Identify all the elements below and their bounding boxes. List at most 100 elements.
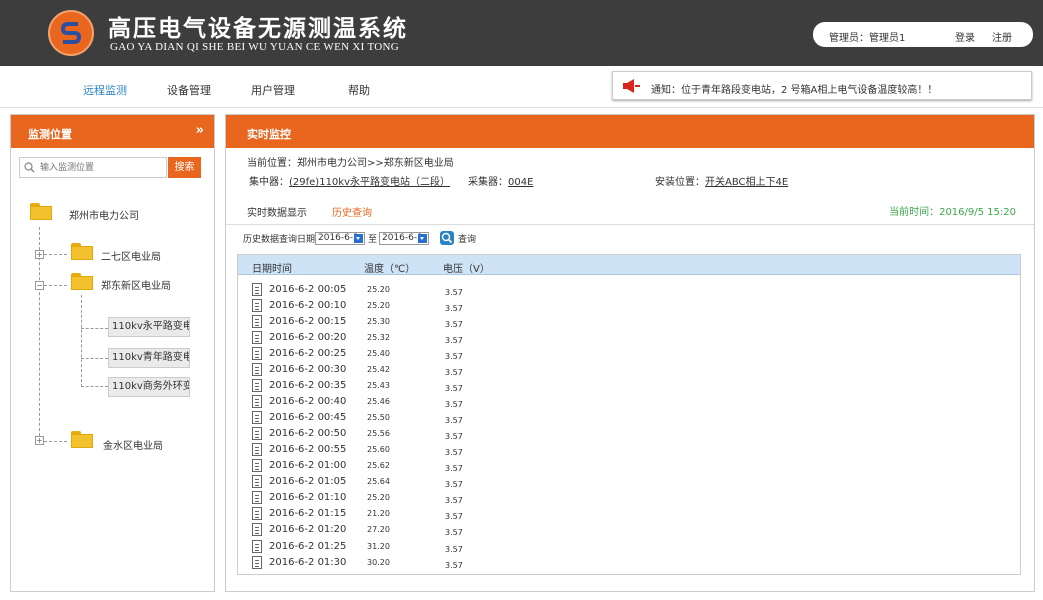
register-link[interactable]: 注册 [992, 29, 1012, 44]
collector-label: 集中器： [249, 177, 289, 188]
system-subtitle: GAO YA DIAN QI SHE BEI WU YUAN CE WEN XI… [110, 41, 399, 53]
collapse-minus-icon[interactable]: − [35, 281, 44, 290]
date-to-select[interactable]: 2016-6-3 [379, 232, 429, 245]
notice-text: 通知：位于青年路段变电站，2 号箱A相上电气设备温度较高！！ [651, 85, 938, 96]
history-query-label: 历史数据查询日期： [243, 235, 325, 245]
realtime-monitor-panel: 实时监控 当前位置：郑州市电力公司>>郑东新区电业局 集中器：(29fe)110… [225, 114, 1035, 592]
table-row[interactable]: 2016-6-2 00:10 25.20 3.57 [238, 298, 1020, 314]
row-datetime: 2016-6-2 00:30 [269, 364, 347, 375]
tree-node-root[interactable]: 郑州市电力公司 [69, 207, 139, 222]
expand-plus-icon[interactable]: + [35, 250, 44, 259]
table-header: 日期时间 温度（℃） 电压（V） [238, 255, 1020, 275]
document-icon [252, 507, 262, 520]
row-datetime: 2016-6-2 00:55 [269, 444, 347, 455]
table-row[interactable]: 2016-6-2 00:45 25.50 3.57 [238, 410, 1020, 426]
document-icon [252, 299, 262, 312]
table-row[interactable]: 2016-6-2 00:30 25.42 3.57 [238, 362, 1020, 378]
table-row[interactable]: 2016-6-2 01:30 30.20 3.57 [238, 555, 1020, 571]
login-link[interactable]: 登录 [955, 29, 975, 44]
nav-device-management[interactable]: 设备管理 [167, 82, 211, 98]
table-row[interactable]: 2016-6-2 00:55 25.60 3.57 [238, 442, 1020, 458]
row-temperature: 25.30 [367, 317, 390, 326]
tree-node-station-shangwu[interactable]: 110kv商务外环变电站 [108, 377, 190, 397]
document-icon [252, 540, 262, 553]
date-from-select[interactable]: 2016-6-2 [315, 232, 365, 245]
table-row[interactable]: 2016-6-2 00:05 25.20 3.57 [238, 282, 1020, 298]
date-to-value: 2016-6-3 [382, 233, 423, 243]
tree-node-zhengdong[interactable]: 郑东新区电业局 [101, 277, 171, 292]
collector-value[interactable]: (29fe)110kv永平路变电站（二段） [289, 177, 450, 188]
row-voltage: 3.57 [445, 432, 463, 441]
folder-icon[interactable] [71, 243, 93, 260]
tree-line [81, 386, 108, 387]
tab-history-query[interactable]: 历史查询 [332, 204, 372, 219]
row-voltage: 3.57 [445, 448, 463, 457]
row-datetime: 2016-6-2 00:10 [269, 300, 347, 311]
document-icon [252, 523, 262, 536]
table-row[interactable]: 2016-6-2 00:40 25.46 3.57 [238, 394, 1020, 410]
tree-node-station-yongping[interactable]: 110kv永平路变电站 [108, 317, 190, 337]
table-row[interactable]: 2016-6-2 00:35 25.43 3.57 [238, 378, 1020, 394]
row-voltage: 3.57 [445, 352, 463, 361]
table-row[interactable]: 2016-6-2 01:20 27.20 3.57 [238, 522, 1020, 538]
user-box: 管理员：管理员1 登录 注册 [813, 22, 1033, 47]
table-row[interactable]: 2016-6-2 00:20 25.32 3.57 [238, 330, 1020, 346]
table-row[interactable]: 2016-6-2 00:15 25.30 3.57 [238, 314, 1020, 330]
table-row[interactable]: 2016-6-2 01:25 31.20 3.57 [238, 539, 1020, 555]
folder-icon[interactable] [30, 203, 52, 220]
query-search-icon[interactable] [440, 231, 454, 245]
folder-icon[interactable] [71, 273, 93, 290]
row-datetime: 2016-6-2 01:30 [269, 557, 347, 568]
table-row[interactable]: 2016-6-2 01:05 25.64 3.57 [238, 474, 1020, 490]
tree-node-erqi[interactable]: 二七区电业局 [101, 248, 161, 263]
document-icon [252, 443, 262, 456]
table-row[interactable]: 2016-6-2 00:50 25.56 3.57 [238, 426, 1020, 442]
table-row[interactable]: 2016-6-2 01:00 25.62 3.57 [238, 458, 1020, 474]
chevron-down-icon [354, 234, 363, 243]
row-datetime: 2016-6-2 01:10 [269, 492, 347, 503]
row-temperature: 31.20 [367, 542, 390, 551]
panel-title: 监测位置 [28, 128, 72, 141]
nav-remote-monitor[interactable]: 远程监测 [83, 82, 127, 98]
row-voltage: 3.57 [445, 336, 463, 345]
folder-icon[interactable] [71, 431, 93, 448]
document-icon [252, 459, 262, 472]
search-button[interactable]: 搜索 [168, 157, 201, 178]
date-from-value: 2016-6-2 [318, 233, 359, 243]
row-temperature: 25.64 [367, 477, 390, 486]
row-datetime: 2016-6-2 00:05 [269, 284, 347, 295]
nav-user-management[interactable]: 用户管理 [251, 82, 295, 98]
document-icon [252, 395, 262, 408]
row-voltage: 3.57 [445, 480, 463, 489]
document-icon [252, 427, 262, 440]
table-row[interactable]: 2016-6-2 01:15 21.20 3.57 [238, 506, 1020, 522]
tab-realtime-data[interactable]: 实时数据显示 [247, 204, 307, 219]
collector-info: 集中器：(29fe)110kv永平路变电站（二段） [249, 173, 450, 188]
row-temperature: 21.20 [367, 509, 390, 518]
location-search-box [19, 157, 167, 178]
document-icon [252, 411, 262, 424]
query-button[interactable]: 查询 [458, 232, 476, 245]
panel-header: 监测位置 » [11, 115, 214, 148]
install-info: 安装位置：开关ABC相上下4E [655, 173, 788, 188]
install-label: 安装位置： [655, 177, 705, 188]
tree-node-station-qingnian[interactable]: 110kv青年路变电站 [108, 348, 190, 368]
tree-line [81, 328, 108, 329]
document-icon [252, 315, 262, 328]
expand-plus-icon[interactable]: + [35, 436, 44, 445]
document-icon [252, 283, 262, 296]
gatherer-value[interactable]: 004E [508, 177, 632, 188]
install-value[interactable]: 开关ABC相上下4E [705, 177, 788, 188]
tree-node-jinshui[interactable]: 金水区电业局 [103, 437, 163, 452]
row-voltage: 3.57 [445, 400, 463, 409]
table-row[interactable]: 2016-6-2 01:10 25.20 3.57 [238, 490, 1020, 506]
table-row[interactable]: 2016-6-2 00:25 25.40 3.57 [238, 346, 1020, 362]
row-datetime: 2016-6-2 00:20 [269, 332, 347, 343]
notice-bar[interactable]: 通知：位于青年路段变电站，2 号箱A相上电气设备温度较高！！ [612, 71, 1032, 100]
search-input[interactable] [40, 160, 160, 175]
double-chevron-right-icon[interactable]: » [196, 123, 204, 138]
nav-help[interactable]: 帮助 [348, 82, 370, 98]
tree-line [81, 295, 82, 387]
row-temperature: 25.56 [367, 429, 390, 438]
breadcrumb: 当前位置：郑州市电力公司>>郑东新区电业局 [247, 158, 454, 169]
